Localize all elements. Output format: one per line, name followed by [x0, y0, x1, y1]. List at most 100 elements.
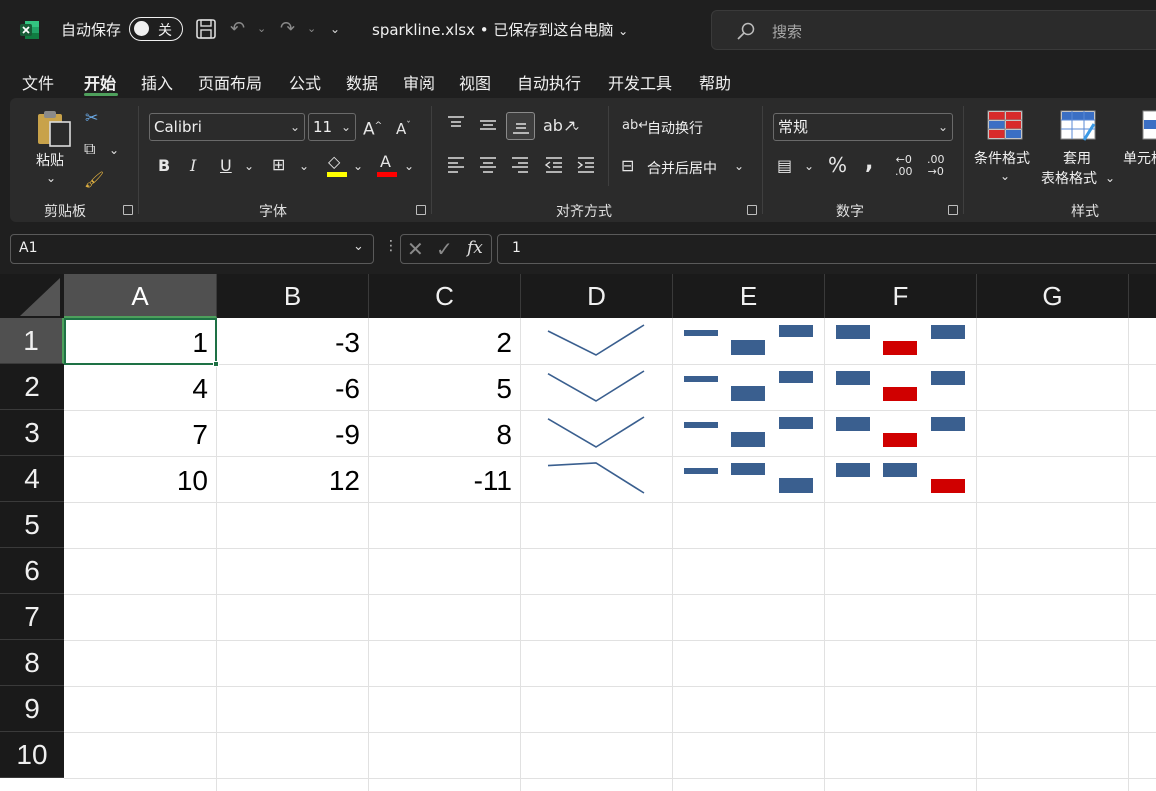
redo-icon[interactable]: ↷ [280, 17, 295, 41]
format-table-label-2[interactable]: 表格格式 [1041, 168, 1097, 188]
paste-label[interactable]: 粘贴 [36, 150, 64, 170]
format-table-dropdown-icon[interactable]: ⌄ [1105, 168, 1115, 188]
column-sparkline-bar-e2 [684, 376, 718, 382]
insert-function-icon[interactable]: fx [467, 238, 483, 258]
copy-icon[interactable]: ⧉ [84, 139, 95, 159]
customize-toolbar-icon[interactable]: ⌄ [330, 17, 340, 41]
chevron-down-icon: ⌄ [937, 120, 948, 134]
name-box[interactable]: A1 ⌄ [10, 234, 374, 264]
tab-help[interactable]: 帮助 [699, 70, 731, 94]
borders-dropdown-icon[interactable]: ⌄ [299, 156, 309, 176]
merge-center-icon[interactable]: ⊟ [621, 156, 634, 176]
enter-icon[interactable]: ✓ [436, 237, 453, 261]
paste-dropdown-icon[interactable]: ⌄ [46, 168, 56, 188]
fill-color-icon[interactable]: ◇ [328, 152, 340, 172]
tab-data[interactable]: 数据 [346, 70, 378, 94]
increase-font-size-icon[interactable]: A^ [363, 116, 382, 140]
redo-dropdown-icon[interactable]: ⌄ [307, 17, 316, 41]
cancel-icon[interactable]: ✕ [407, 237, 424, 261]
formula-value: 1 [512, 240, 521, 256]
accounting-dropdown-icon[interactable]: ⌄ [804, 156, 814, 176]
undo-dropdown-icon[interactable]: ⌄ [257, 17, 266, 41]
font-size-dropdown[interactable]: 11 ⌄ [308, 113, 356, 141]
decrease-indent-icon[interactable] [544, 156, 564, 174]
tab-review[interactable]: 审阅 [403, 70, 435, 94]
borders-icon[interactable]: ⊞ [272, 155, 285, 175]
cell-styles-icon[interactable] [1141, 110, 1156, 140]
font-color-icon[interactable]: A [380, 152, 391, 172]
tab-insert[interactable]: 插入 [141, 70, 173, 94]
orientation-dropdown-icon[interactable]: ⌄ [571, 116, 581, 136]
align-right-icon[interactable] [510, 156, 530, 174]
percent-icon[interactable]: % [828, 155, 847, 175]
autosave-toggle[interactable]: 关 [129, 17, 183, 41]
merge-center-label[interactable]: 合并后居中 [647, 158, 717, 178]
align-center-icon[interactable] [478, 156, 498, 174]
document-title[interactable]: sparkline.xlsx • 已保存到这台电脑 ⌄ [372, 19, 628, 40]
column-sparkline-bar-e3 [779, 417, 813, 429]
winloss-sparkline-bar-f3 [931, 417, 965, 431]
clipboard-group-label: 剪贴板 [44, 204, 86, 220]
cut-icon[interactable]: ✂ [85, 108, 98, 128]
clipboard-launcher-icon[interactable] [123, 205, 133, 215]
underline-icon[interactable]: U [220, 156, 232, 176]
underline-dropdown-icon[interactable]: ⌄ [244, 156, 254, 176]
cell-styles-label[interactable]: 单元格 [1123, 148, 1156, 168]
number-format-dropdown[interactable]: 常规 ⌄ [773, 113, 953, 141]
fill-handle[interactable] [213, 361, 219, 367]
conditional-formatting-dropdown-icon[interactable]: ⌄ [1000, 166, 1010, 186]
undo-icon[interactable]: ↶ [230, 17, 245, 41]
wrap-text-icon[interactable]: ab↵ [622, 116, 649, 136]
font-color-dropdown-icon[interactable]: ⌄ [404, 156, 414, 176]
number-launcher-icon[interactable] [948, 205, 958, 215]
merge-dropdown-icon[interactable]: ⌄ [734, 156, 744, 176]
tab-file[interactable]: 文件 [22, 70, 54, 94]
column-sparkline-bar-e2 [779, 371, 813, 383]
tab-view[interactable]: 视图 [459, 70, 491, 94]
search-box[interactable]: 搜索 [711, 10, 1156, 50]
fill-color-swatch [327, 172, 347, 177]
wrap-text-label[interactable]: 自动换行 [647, 118, 703, 138]
format-painter-icon[interactable]: 🖌 [84, 170, 104, 190]
save-icon[interactable] [195, 18, 217, 40]
bold-icon[interactable]: B [158, 156, 170, 176]
increase-indent-icon[interactable] [576, 156, 596, 174]
ribbon-separator [963, 106, 964, 214]
conditional-formatting-label[interactable]: 条件格式 [974, 148, 1030, 168]
fill-color-dropdown-icon[interactable]: ⌄ [353, 156, 363, 176]
ribbon-separator [762, 106, 763, 214]
font-launcher-icon[interactable] [416, 205, 426, 215]
tab-home[interactable]: 开始 [84, 70, 116, 94]
format-table-label-1[interactable]: 套用 [1063, 148, 1091, 168]
search-placeholder: 搜索 [772, 23, 803, 41]
formula-input[interactable]: 1 [497, 234, 1156, 264]
tab-automate[interactable]: 自动执行 [517, 70, 581, 94]
spreadsheet-grid[interactable]: A B C D E F G 1 2 3 4 5 6 7 8 9 10 1 -3 … [0, 274, 1156, 791]
tab-developer[interactable]: 开发工具 [608, 70, 672, 94]
active-cell-border [64, 318, 219, 367]
column-sparkline-bar-e1 [779, 325, 813, 337]
tab-page-layout[interactable]: 页面布局 [198, 70, 262, 94]
alignment-launcher-icon[interactable] [747, 205, 757, 215]
middle-align-icon[interactable] [478, 116, 498, 134]
paste-icon[interactable] [34, 108, 74, 148]
top-align-icon[interactable] [446, 115, 466, 133]
formula-bar: A1 ⌄ ⋮ ✕ ✓ fx 1 [0, 222, 1156, 274]
format-as-table-icon[interactable] [1060, 110, 1098, 144]
decrease-decimal-icon[interactable]: .00 →0 [927, 154, 945, 178]
increase-decimal-icon[interactable]: ←0.00 [895, 154, 913, 178]
column-sparkline-bar-e4 [779, 478, 813, 493]
bottom-align-button[interactable] [506, 112, 535, 140]
align-left-icon[interactable] [446, 156, 466, 174]
formula-bar-grip-icon[interactable]: ⋮ [384, 238, 398, 254]
decrease-font-size-icon[interactable]: Aˇ [396, 116, 411, 139]
font-name-dropdown[interactable]: Calibri ⌄ [149, 113, 305, 141]
accounting-format-icon[interactable]: ▤ [777, 156, 792, 176]
conditional-formatting-icon[interactable] [987, 110, 1023, 140]
tab-formulas[interactable]: 公式 [289, 70, 321, 94]
comma-style-icon[interactable]: , [865, 152, 873, 174]
copy-dropdown-icon[interactable]: ⌄ [109, 140, 119, 160]
font-name-value: Calibri [154, 118, 202, 136]
italic-icon[interactable]: I [190, 156, 196, 176]
font-group-label: 字体 [259, 204, 287, 220]
